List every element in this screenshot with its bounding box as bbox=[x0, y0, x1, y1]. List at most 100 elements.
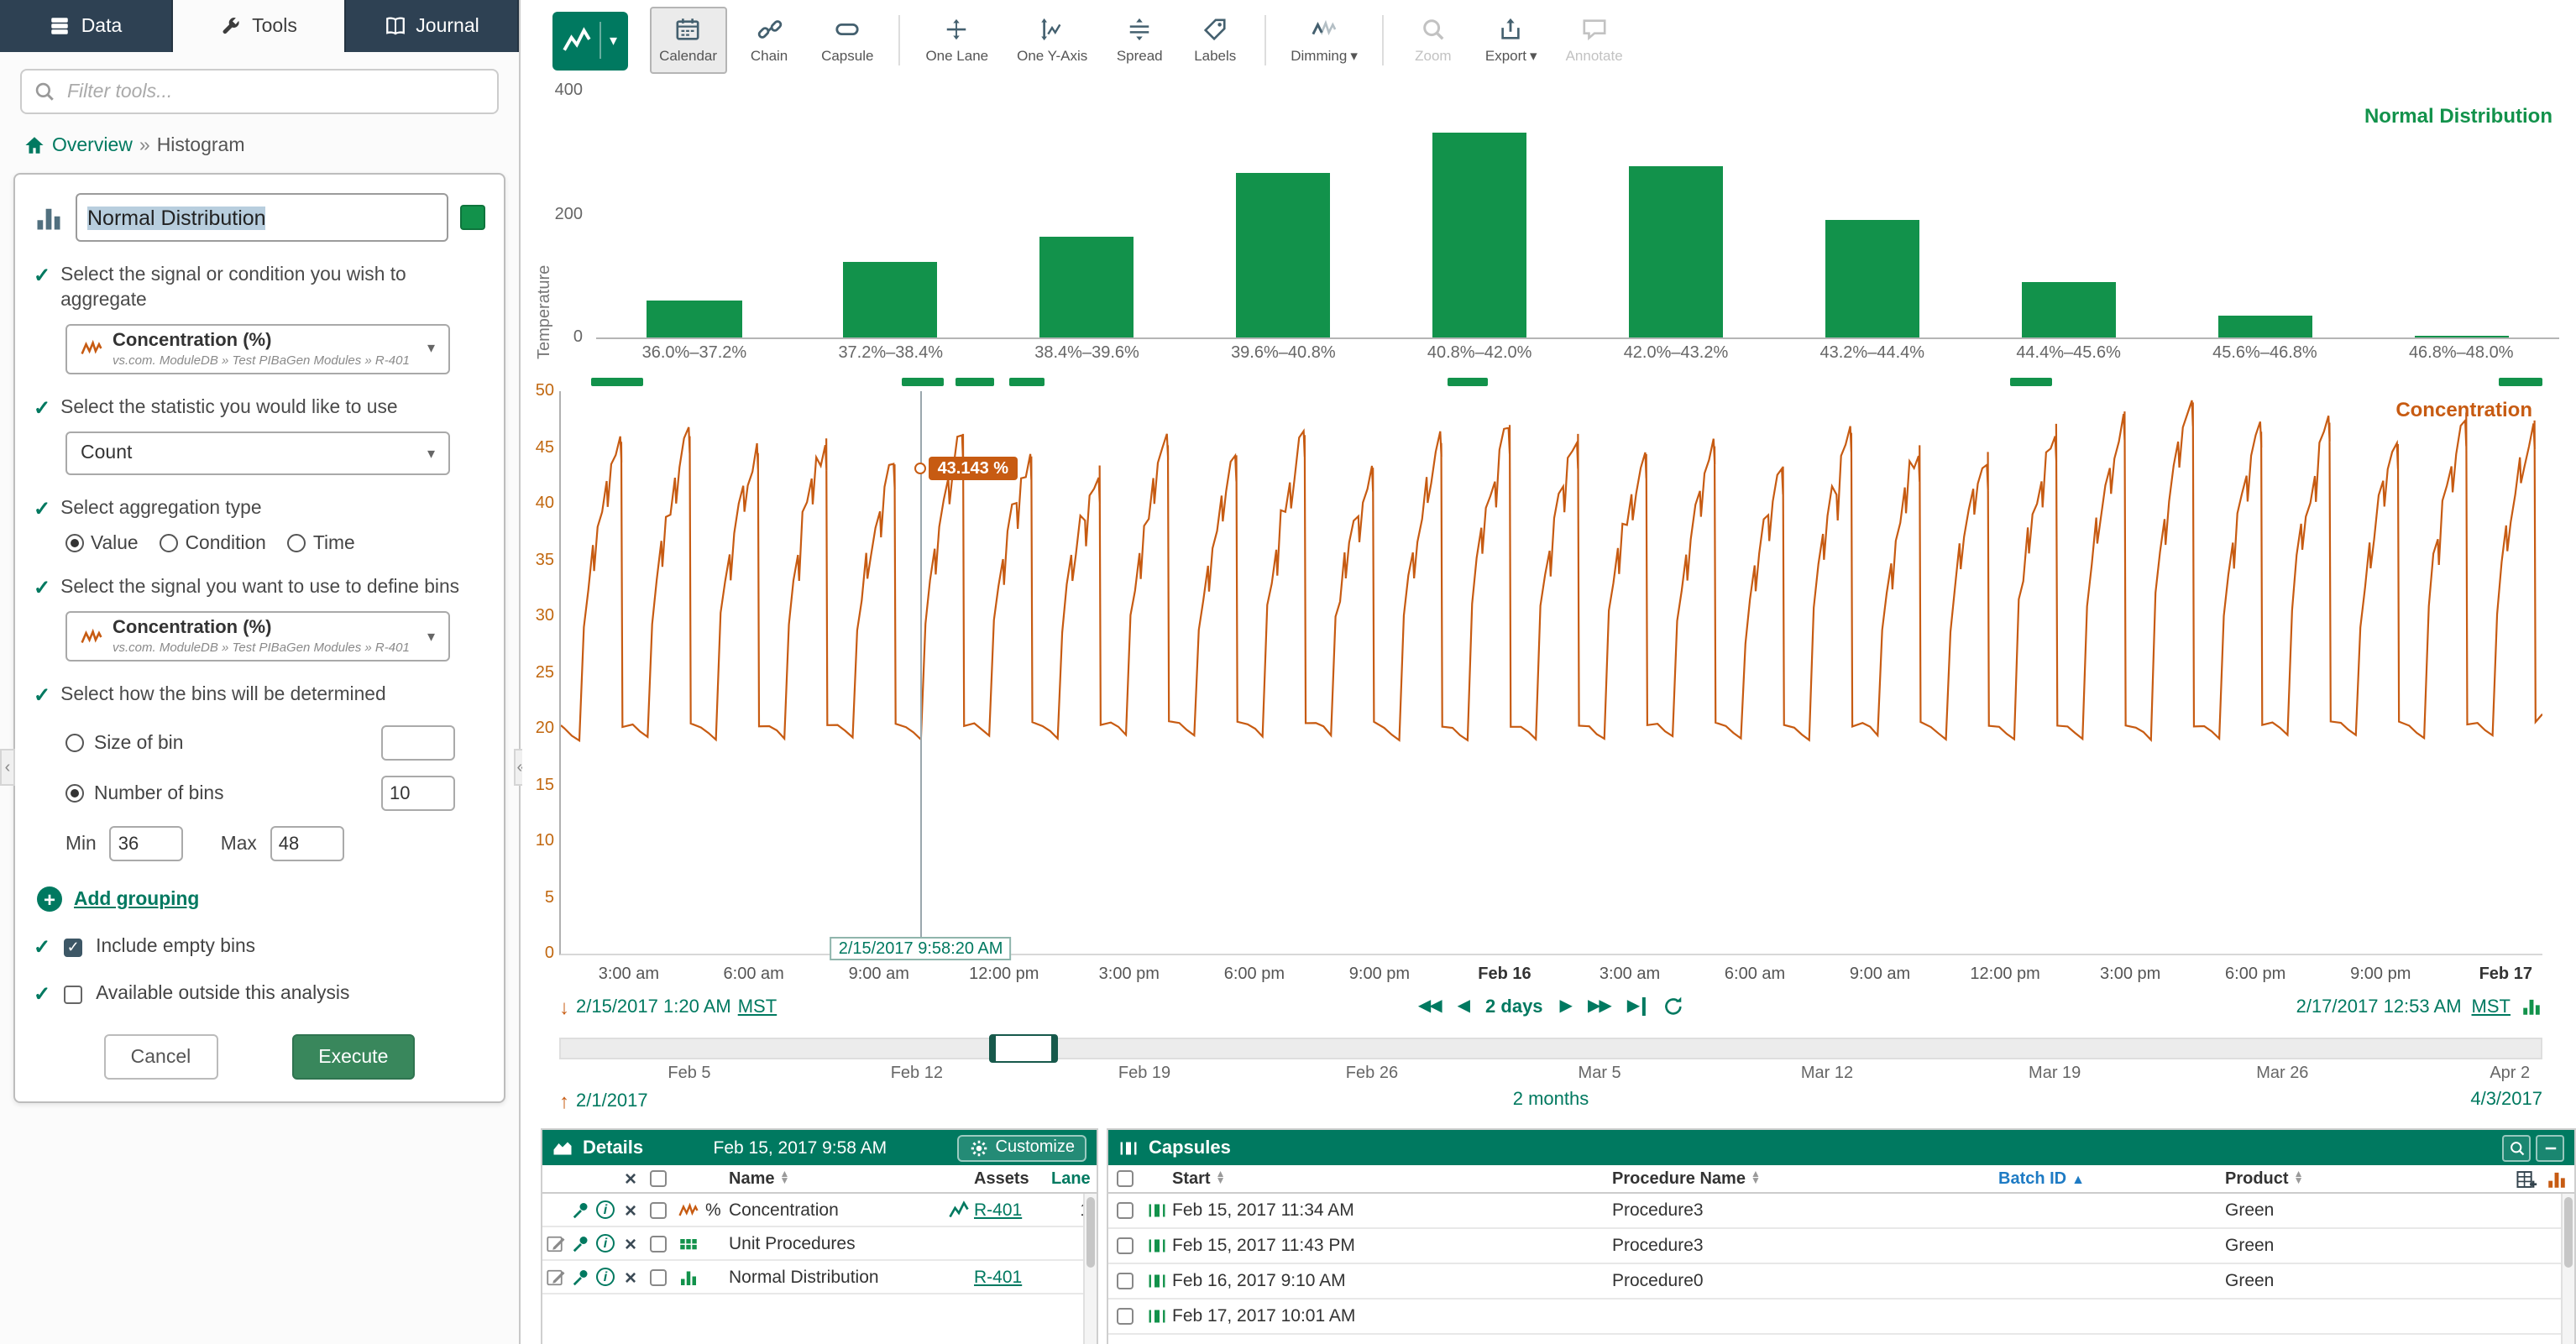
min-input[interactable] bbox=[110, 826, 184, 861]
histogram-plot-area[interactable]: 0200400 bbox=[596, 91, 2559, 339]
step-back-button[interactable]: ◀ bbox=[1458, 997, 1469, 1016]
toolbar-calendar-button[interactable]: Calendar bbox=[649, 7, 727, 74]
asset-link[interactable]: R-401 bbox=[974, 1267, 1022, 1287]
investigate-range-start[interactable]: 2/1/2017 bbox=[576, 1091, 648, 1111]
size-of-bin-input[interactable] bbox=[381, 725, 455, 761]
capsules-search-button[interactable] bbox=[2502, 1134, 2531, 1161]
capsule-row[interactable]: Feb 16, 2017 9:10 AMProcedure0Green bbox=[1108, 1264, 2574, 1300]
hist-bar[interactable] bbox=[2217, 315, 2312, 337]
hist-bar[interactable] bbox=[1629, 166, 1723, 337]
view-selector-button[interactable]: ▾ bbox=[552, 11, 627, 70]
color-swatch-button[interactable] bbox=[460, 205, 485, 230]
capsule-bar[interactable] bbox=[1448, 378, 1487, 386]
histogram-lane-icon[interactable] bbox=[2521, 996, 2542, 1017]
details-row[interactable]: i×Unit Procedures bbox=[542, 1227, 1097, 1261]
edit-item-icon[interactable] bbox=[545, 1267, 565, 1287]
toolbar-labels-button[interactable]: Labels bbox=[1181, 7, 1249, 74]
cancel-button[interactable]: Cancel bbox=[104, 1034, 218, 1080]
capsule-bar[interactable] bbox=[1009, 378, 1045, 386]
capsule-row[interactable]: Feb 15, 2017 11:43 PMProcedure3Green bbox=[1108, 1229, 2574, 1264]
toolbar-export-button[interactable]: Export▾ bbox=[1475, 7, 1547, 74]
tool-name-input[interactable]: Normal Distribution bbox=[76, 193, 448, 242]
window-collapse-handle[interactable]: ‹ bbox=[0, 749, 15, 786]
statistic-select[interactable]: Count ▾ bbox=[65, 432, 450, 476]
product-column-header[interactable]: Product▲▼ bbox=[2225, 1169, 2494, 1188]
lane-column-header[interactable]: Lane▲ bbox=[1051, 1169, 1097, 1188]
name-column-header[interactable]: Name▲▼ bbox=[729, 1169, 944, 1188]
filter-tools-input[interactable] bbox=[20, 69, 499, 114]
capsule-checkbox[interactable] bbox=[1117, 1308, 1134, 1325]
toolbar-capsule-button[interactable]: Capsule bbox=[811, 7, 883, 74]
hist-bar[interactable] bbox=[1825, 219, 1919, 337]
investigate-range-end[interactable]: 4/3/2017 bbox=[2470, 1090, 2542, 1110]
item-checkbox[interactable] bbox=[649, 1268, 666, 1285]
remove-all-items-button[interactable]: × bbox=[618, 1169, 643, 1189]
details-scrollbar[interactable] bbox=[1083, 1194, 1097, 1344]
customize-button[interactable]: Customize bbox=[957, 1134, 1087, 1161]
capsule-bar[interactable] bbox=[2499, 378, 2542, 386]
toolbar-chain-button[interactable]: Chain bbox=[736, 7, 803, 74]
radio-condition[interactable] bbox=[160, 535, 179, 553]
bins-signal-select[interactable]: Concentration (%) vs.com. ModuleDB » Tes… bbox=[65, 612, 450, 662]
capsule-checkbox[interactable] bbox=[1117, 1202, 1134, 1219]
add-column-icon[interactable] bbox=[2516, 1168, 2537, 1190]
capsule-bar[interactable] bbox=[903, 378, 945, 386]
hist-bar[interactable] bbox=[2021, 283, 2115, 337]
max-input[interactable] bbox=[270, 826, 344, 861]
info-icon[interactable]: i bbox=[596, 1234, 615, 1252]
hist-bar[interactable] bbox=[1432, 133, 1526, 337]
investigate-range-duration[interactable]: 2 months bbox=[1513, 1090, 1589, 1110]
display-range-end[interactable]: 2/17/2017 12:53 AM bbox=[2296, 996, 2462, 1017]
available-outside-checkbox[interactable] bbox=[64, 985, 82, 1003]
timezone-end-link[interactable]: MST bbox=[2472, 996, 2511, 1017]
capsule-checkbox[interactable] bbox=[1117, 1273, 1134, 1289]
timezone-start-link[interactable]: MST bbox=[738, 997, 777, 1017]
breadcrumb-overview-link[interactable]: Overview bbox=[52, 135, 133, 155]
toolbar-one-lane-button[interactable]: One Lane bbox=[915, 7, 998, 74]
hist-bar[interactable] bbox=[1039, 236, 1134, 337]
timeline-bar[interactable] bbox=[559, 1038, 2542, 1059]
item-checkbox[interactable] bbox=[649, 1201, 666, 1218]
procedure-name-column-header[interactable]: Procedure Name▲▼ bbox=[1612, 1169, 1998, 1188]
hist-bar[interactable] bbox=[2414, 335, 2508, 337]
capsule-row[interactable]: Feb 17, 2017 10:01 AM bbox=[1108, 1300, 2574, 1335]
step-forward-button[interactable]: ▶ bbox=[1560, 997, 1571, 1016]
hist-bar[interactable] bbox=[1236, 173, 1330, 337]
capsule-row[interactable]: Feb 15, 2017 11:34 AMProcedure3Green bbox=[1108, 1194, 2574, 1229]
jump-to-end-button[interactable]: ▶ bbox=[1627, 997, 1645, 1016]
execute-button[interactable]: Execute bbox=[291, 1034, 415, 1080]
include-empty-bins-checkbox[interactable] bbox=[64, 938, 82, 956]
capsule-stats-icon[interactable] bbox=[2546, 1168, 2568, 1190]
edit-item-icon[interactable] bbox=[545, 1233, 565, 1253]
add-grouping-link[interactable]: Add grouping bbox=[74, 889, 199, 909]
remove-item-icon[interactable]: × bbox=[625, 1267, 636, 1287]
home-icon[interactable] bbox=[24, 134, 45, 156]
aggregation-option-value[interactable]: Value bbox=[65, 534, 139, 554]
number-of-bins-radio[interactable] bbox=[65, 784, 84, 803]
signal-select[interactable]: Concentration (%) vs.com. ModuleDB » Tes… bbox=[65, 323, 450, 374]
tab-journal[interactable]: Journal bbox=[346, 0, 519, 52]
aggregation-option-time[interactable]: Time bbox=[288, 534, 355, 554]
tab-data[interactable]: Data bbox=[0, 0, 173, 52]
timeline-selection-handle[interactable] bbox=[988, 1034, 1058, 1063]
hist-bar[interactable] bbox=[647, 301, 741, 337]
radio-value[interactable] bbox=[65, 535, 84, 553]
number-of-bins-input[interactable] bbox=[381, 776, 455, 811]
rewind-button[interactable]: ◀◀ bbox=[1418, 997, 1441, 1016]
batch-id-column-header[interactable]: Batch ID▲ bbox=[1998, 1169, 2225, 1188]
display-range-start[interactable]: 2/15/2017 1:20 AM bbox=[576, 997, 731, 1017]
asset-link[interactable]: R-401 bbox=[974, 1200, 1022, 1220]
aggregation-option-condition[interactable]: Condition bbox=[160, 534, 266, 554]
capsule-bar[interactable] bbox=[956, 378, 993, 386]
stats-icon[interactable] bbox=[949, 1200, 969, 1220]
hist-bar[interactable] bbox=[844, 262, 938, 337]
pin-item-icon[interactable] bbox=[570, 1267, 590, 1287]
toolbar-one-y-axis-button[interactable]: One Y-Axis bbox=[1007, 7, 1097, 74]
item-checkbox[interactable] bbox=[649, 1235, 666, 1252]
fast-forward-button[interactable]: ▶▶ bbox=[1588, 997, 1610, 1016]
pin-item-icon[interactable] bbox=[570, 1233, 590, 1253]
toolbar-spread-button[interactable]: Spread bbox=[1106, 7, 1173, 74]
details-row[interactable]: i×%ConcentrationR-4011 bbox=[542, 1194, 1097, 1227]
select-all-checkbox[interactable] bbox=[649, 1170, 666, 1187]
capsules-collapse-button[interactable] bbox=[2536, 1134, 2564, 1161]
